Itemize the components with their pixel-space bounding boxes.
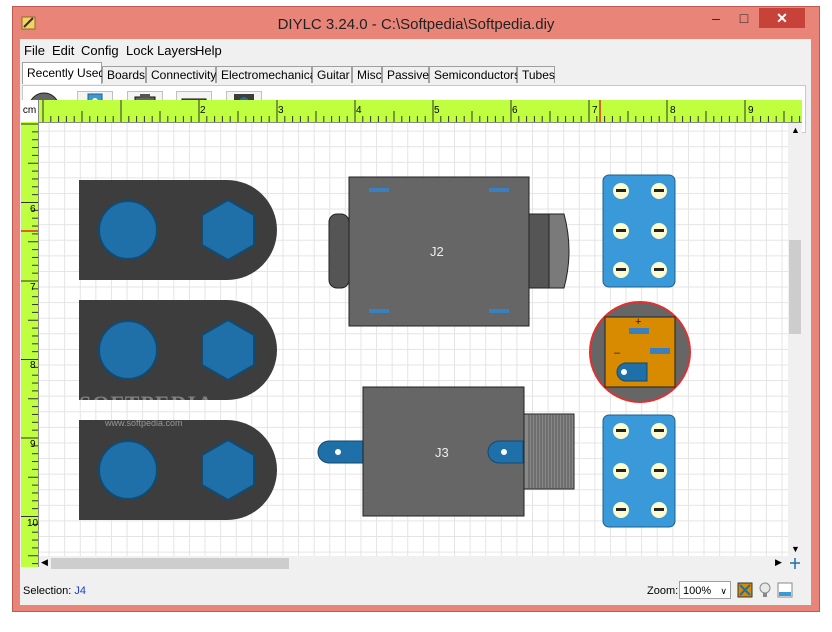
menu-file[interactable]: File [24, 43, 45, 58]
close-button[interactable]: ✕ [759, 8, 805, 28]
horizontal-scrollbar[interactable]: ◀ ▶ [39, 556, 788, 571]
tab-tubes[interactable]: Tubes [517, 66, 555, 83]
ruler-label: 7 [592, 105, 598, 116]
terminal-strip[interactable] [602, 174, 676, 288]
watermark: SOFTPEDIA [79, 391, 214, 416]
canvas-drawing [79, 174, 691, 528]
switch-j2[interactable] [328, 176, 570, 327]
menu-edit[interactable]: Edit [52, 43, 74, 58]
tab-semiconductors[interactable]: Semiconductors [429, 66, 520, 83]
ruler-vertical[interactable]: 6 7 8 9 10 [21, 122, 39, 567]
scroll-right-icon[interactable]: ▶ [775, 557, 782, 568]
ruler-label: 6 [30, 204, 36, 215]
component-label-j3: J3 [435, 445, 449, 460]
ruler-label: 7 [30, 282, 36, 293]
zoom-select[interactable]: 100% ∨ [679, 581, 731, 599]
ruler-label: 9 [748, 105, 754, 116]
menu-config[interactable]: Config [81, 43, 119, 58]
drawing-canvas[interactable]: J2 J3 + – SOFTPEDIA www.softpedia.com [39, 123, 788, 556]
selection-label: Selection: [23, 585, 72, 597]
scroll-down-icon[interactable]: ▼ [791, 544, 800, 554]
potentiometer[interactable] [79, 300, 277, 400]
tab-passive[interactable]: Passive [382, 66, 429, 83]
scroll-up-icon[interactable]: ▲ [791, 125, 800, 135]
ruler-label: 3 [278, 105, 284, 116]
zoom-value: 100% [683, 585, 712, 597]
potentiometer[interactable] [79, 420, 277, 520]
ruler-label: 2 [200, 105, 206, 116]
zoom-fit-icon[interactable] [737, 582, 753, 598]
ruler-ticks-left [21, 123, 38, 565]
vertical-scroll-thumb[interactable] [789, 240, 801, 334]
scroll-corner[interactable] [788, 556, 802, 571]
selection-status: Selection: J4 [23, 585, 86, 597]
terminal-strip[interactable] [602, 414, 676, 528]
tab-boards[interactable]: Boards [102, 66, 146, 83]
chevron-down-icon: ∨ [720, 586, 727, 596]
menu-lock-layers[interactable]: Lock Layers [126, 43, 196, 58]
ruler-label: 5 [434, 105, 440, 116]
tab-guitar[interactable]: Guitar [312, 66, 352, 83]
potentiometer[interactable] [79, 180, 277, 280]
ruler-ticks-top [42, 100, 801, 122]
dc-minus-mark: – [614, 347, 621, 359]
tab-misc[interactable]: Misc [352, 66, 382, 83]
memory-indicator-icon[interactable] [777, 582, 793, 598]
horizontal-scroll-thumb[interactable] [51, 558, 289, 569]
tab-recently-used[interactable]: Recently Used [22, 62, 105, 84]
scroll-left-icon[interactable]: ◀ [41, 557, 48, 568]
status-bar: Selection: J4 Zoom: 100% ∨ [19, 578, 810, 604]
tab-electromechanical[interactable]: Electromechanical [216, 66, 319, 83]
vertical-scrollbar[interactable]: ▲ ▼ [788, 123, 802, 556]
ruler-label: 10 [27, 518, 39, 529]
menu-bar: File Edit Config Lock Layers Help [20, 39, 811, 61]
component-label-j2: J2 [430, 244, 444, 259]
component-tabs: Recently Used Boards Connectivity Electr… [20, 61, 811, 85]
pan-icon [790, 558, 800, 569]
zoom-label: Zoom: [647, 585, 679, 597]
ruler-label: 4 [356, 105, 362, 116]
ruler-label: 9 [30, 439, 36, 450]
ruler-label: 6 [512, 105, 518, 116]
ruler-label: 8 [30, 360, 36, 371]
ruler-label: 8 [670, 105, 676, 116]
watermark-url: www.softpedia.com [105, 418, 183, 428]
title-bar[interactable]: DIYLC 3.24.0 - C:\Softpedia\Softpedia.di… [13, 7, 819, 39]
tab-connectivity[interactable]: Connectivity [146, 66, 216, 83]
menu-help[interactable]: Help [195, 43, 222, 58]
maximize-button[interactable]: □ [731, 8, 757, 28]
selection-value: J4 [74, 585, 86, 597]
ruler-horizontal[interactable]: cm 2 3 4 5 6 7 8 9 [21, 100, 802, 123]
window-title: DIYLC 3.24.0 - C:\Softpedia\Softpedia.di… [277, 16, 555, 33]
dc-plus-mark: + [635, 316, 642, 328]
minimize-button[interactable]: – [703, 8, 729, 28]
lightbulb-icon[interactable] [757, 582, 773, 598]
